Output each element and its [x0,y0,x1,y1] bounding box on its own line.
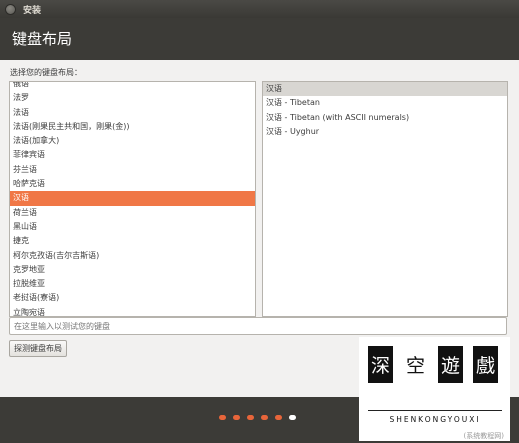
watermark-subtitle: (系统教程网) [463,432,504,440]
page-title: 键盘布局 [12,30,73,48]
layout-item[interactable]: 芬兰语 [10,163,255,177]
layout-item[interactable]: 汉语 [10,191,255,206]
close-icon[interactable] [5,3,16,15]
window-title: 安装 [23,5,42,16]
layout-prompt-label: 选择您的键盘布局： [10,68,82,77]
progress-dot [261,415,268,420]
layout-item[interactable]: 哈萨克语 [10,177,255,191]
layout-item[interactable]: 克罗地亚 [10,263,255,277]
layout-item[interactable]: 法罗 [10,91,255,105]
watermark-char: 空 [403,346,428,383]
layout-item[interactable]: 法语(加拿大) [10,134,255,148]
variant-item[interactable]: 汉语 - Tibetan [263,96,507,110]
layout-item[interactable]: 菲律宾语 [10,148,255,162]
detect-layout-button[interactable]: 探测键盘布局 [9,340,67,357]
variant-item[interactable]: 汉语 - Tibetan (with ASCII numerals) [263,111,507,125]
layout-item[interactable]: 拉脱维亚 [10,277,255,291]
layout-item[interactable]: 荷兰语 [10,206,255,220]
progress-dot [275,415,282,420]
watermark-char: 戲 [473,346,498,383]
watermark-char: 深 [368,346,393,383]
variant-item[interactable]: 汉语 [263,82,507,97]
installer-window: 安装 键盘布局 选择您的键盘布局： 俄语 法罗 法语 法语(刚果民主共和国，刚果(金)… [0,0,519,443]
layout-item[interactable]: 法语 [10,106,255,120]
keyboard-test-input[interactable] [9,317,507,335]
progress-indicator [219,415,296,420]
watermark-logo: 深空遊戲 SHENKONGYOUXI (系统教程网) [359,337,510,441]
progress-dot [247,415,254,420]
title-bar: 安装 [0,0,519,18]
watermark-divider [368,410,502,411]
progress-dot [233,415,240,420]
watermark-brand: SHENKONGYOUXI [389,415,481,424]
progress-dot [289,415,296,420]
variant-list[interactable]: 汉语 汉语 - Tibetan 汉语 - Tibetan (with ASCII n… [262,81,508,317]
progress-dot [219,415,226,420]
layout-item[interactable]: 俄语 [10,82,255,91]
layout-item[interactable]: 老挝语(寮语) [10,291,255,305]
layout-item[interactable]: 捷克 [10,234,255,248]
layout-item[interactable]: 法语(刚果民主共和国，刚果(金)) [10,120,255,134]
variant-item[interactable]: 汉语 - Uyghur [263,125,507,139]
layout-item[interactable]: 黑山语 [10,220,255,234]
layout-item[interactable]: 柯尔克孜语(吉尔吉斯语) [10,249,255,263]
watermark-char: 遊 [438,346,463,383]
page-header: 键盘布局 [0,18,519,60]
layout-list[interactable]: 俄语 法罗 法语 法语(刚果民主共和国，刚果(金)) 法语(加拿大) 菲律宾语 芬兰语 哈萨克… [9,81,256,317]
layout-item[interactable]: 立陶宛语 [10,306,255,316]
